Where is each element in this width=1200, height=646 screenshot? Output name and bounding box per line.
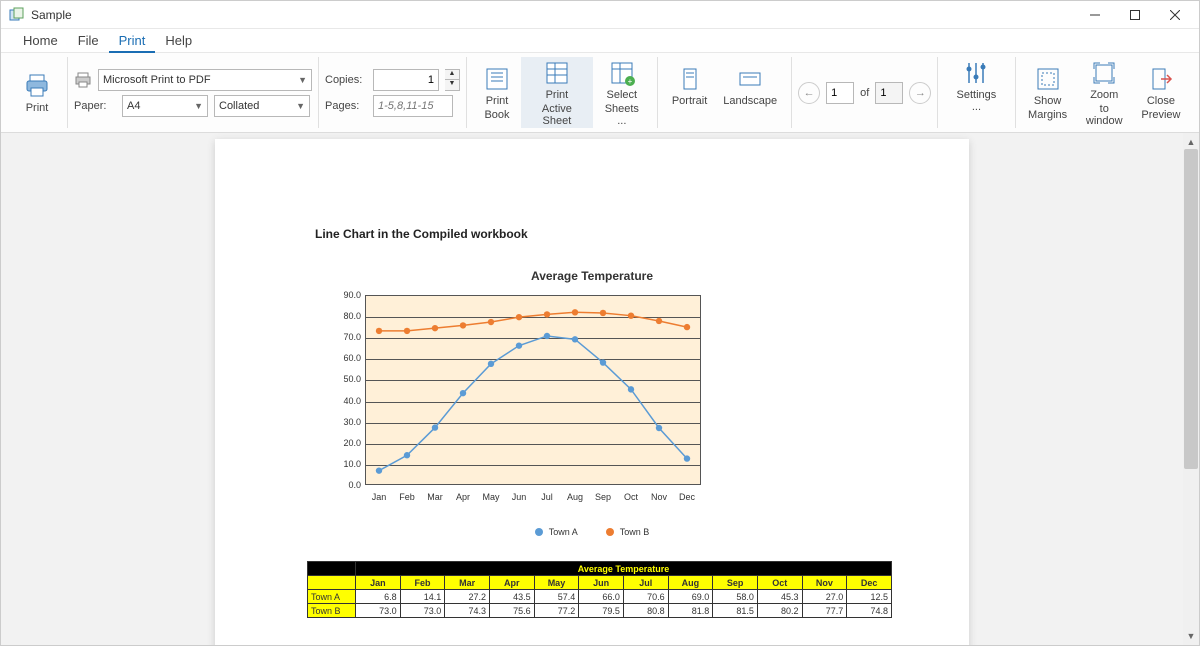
ytick-label: 40.0 [325,396,361,406]
sheet-icon [543,59,571,87]
scroll-thumb[interactable] [1184,149,1198,469]
xtick-label: Jun [505,492,533,502]
paper-label: Paper: [74,100,116,112]
ytick-label: 30.0 [325,417,361,427]
close-preview-icon [1147,65,1175,93]
mini-printer-icon [74,71,92,89]
ribbon: Print Microsoft Print to PDF▼ Paper: A4▼… [1,53,1199,133]
chart-title: Average Temperature [315,269,869,283]
xtick-label: Feb [393,492,421,502]
menu-home[interactable]: Home [13,29,68,53]
menubar: Home File Print Help [1,29,1199,53]
select-sheets-button[interactable]: + Select Sheets ... [593,57,651,128]
window-title: Sample [31,8,72,22]
portrait-icon [676,65,704,93]
preview-page: Line Chart in the Compiled workbook Aver… [215,139,969,645]
prev-page-button[interactable]: ← [798,82,820,104]
data-table: Average Temperature JanFebMarAprMayJunJu… [307,561,892,618]
portrait-button[interactable]: Portrait [664,57,715,128]
preview-workspace: Line Chart in the Compiled workbook Aver… [1,133,1199,645]
xtick-label: Nov [645,492,673,502]
landscape-button[interactable]: Landscape [715,57,785,128]
scroll-down-icon[interactable]: ▼ [1184,629,1198,643]
xtick-label: May [477,492,505,502]
collate-combo[interactable]: Collated▼ [214,95,310,117]
ytick-label: 0.0 [325,480,361,490]
xtick-label: Mar [421,492,449,502]
xtick-label: Jul [533,492,561,502]
doc-heading: Line Chart in the Compiled workbook [315,227,869,241]
copies-spinner[interactable]: ▲▼ [445,69,460,91]
close-preview-button[interactable]: Close Preview [1135,57,1187,128]
xtick-label: Apr [449,492,477,502]
page-total-display [875,82,903,104]
minimize-button[interactable] [1075,2,1115,28]
sliders-icon [962,59,990,87]
titlebar: Sample [1,1,1199,29]
menu-help[interactable]: Help [155,29,202,53]
margins-icon [1034,65,1062,93]
book-icon [483,65,511,93]
ytick-label: 60.0 [325,353,361,363]
next-page-button[interactable]: → [909,82,931,104]
printer-icon [23,72,51,100]
pages-input[interactable] [373,95,453,117]
menu-file[interactable]: File [68,29,109,53]
xtick-label: Jan [365,492,393,502]
ytick-label: 10.0 [325,459,361,469]
legend-dot-a [535,528,543,536]
chart-legend: Town A Town B [315,527,869,537]
printer-combo[interactable]: Microsoft Print to PDF▼ [98,69,312,91]
ytick-label: 80.0 [325,311,361,321]
copies-input[interactable] [373,69,439,91]
settings-button[interactable]: Settings ... [944,57,1008,128]
copies-label: Copies: [325,74,367,86]
print-button[interactable]: Print [13,70,61,116]
print-book-button[interactable]: Print Book [473,57,521,128]
chart-area: 0.010.020.030.040.050.060.070.080.090.0 … [325,295,715,505]
pages-label: Pages: [325,100,367,112]
page-current-input[interactable] [826,82,854,104]
scroll-up-icon[interactable]: ▲ [1184,135,1198,149]
zoom-icon [1090,59,1118,87]
menu-print[interactable]: Print [109,29,156,53]
paper-combo[interactable]: A4▼ [122,95,208,117]
svg-text:+: + [627,77,632,86]
preview-canvas[interactable]: Line Chart in the Compiled workbook Aver… [1,133,1183,645]
select-sheets-icon: + [608,59,636,87]
xtick-label: Oct [617,492,645,502]
xtick-label: Dec [673,492,701,502]
vertical-scrollbar[interactable]: ▲ ▼ [1183,133,1199,645]
zoom-to-window-button[interactable]: Zoom to window [1074,57,1135,128]
show-margins-button[interactable]: Show Margins [1022,57,1074,128]
ytick-label: 90.0 [325,290,361,300]
xtick-label: Sep [589,492,617,502]
print-active-sheet-button[interactable]: Print Active Sheet [521,57,593,128]
close-button[interactable] [1155,2,1195,28]
ytick-label: 50.0 [325,374,361,384]
page-of-label: of [860,87,869,99]
legend-dot-b [606,528,614,536]
xtick-label: Aug [561,492,589,502]
maximize-button[interactable] [1115,2,1155,28]
landscape-icon [736,65,764,93]
app-icon [9,7,25,23]
ytick-label: 20.0 [325,438,361,448]
ytick-label: 70.0 [325,332,361,342]
